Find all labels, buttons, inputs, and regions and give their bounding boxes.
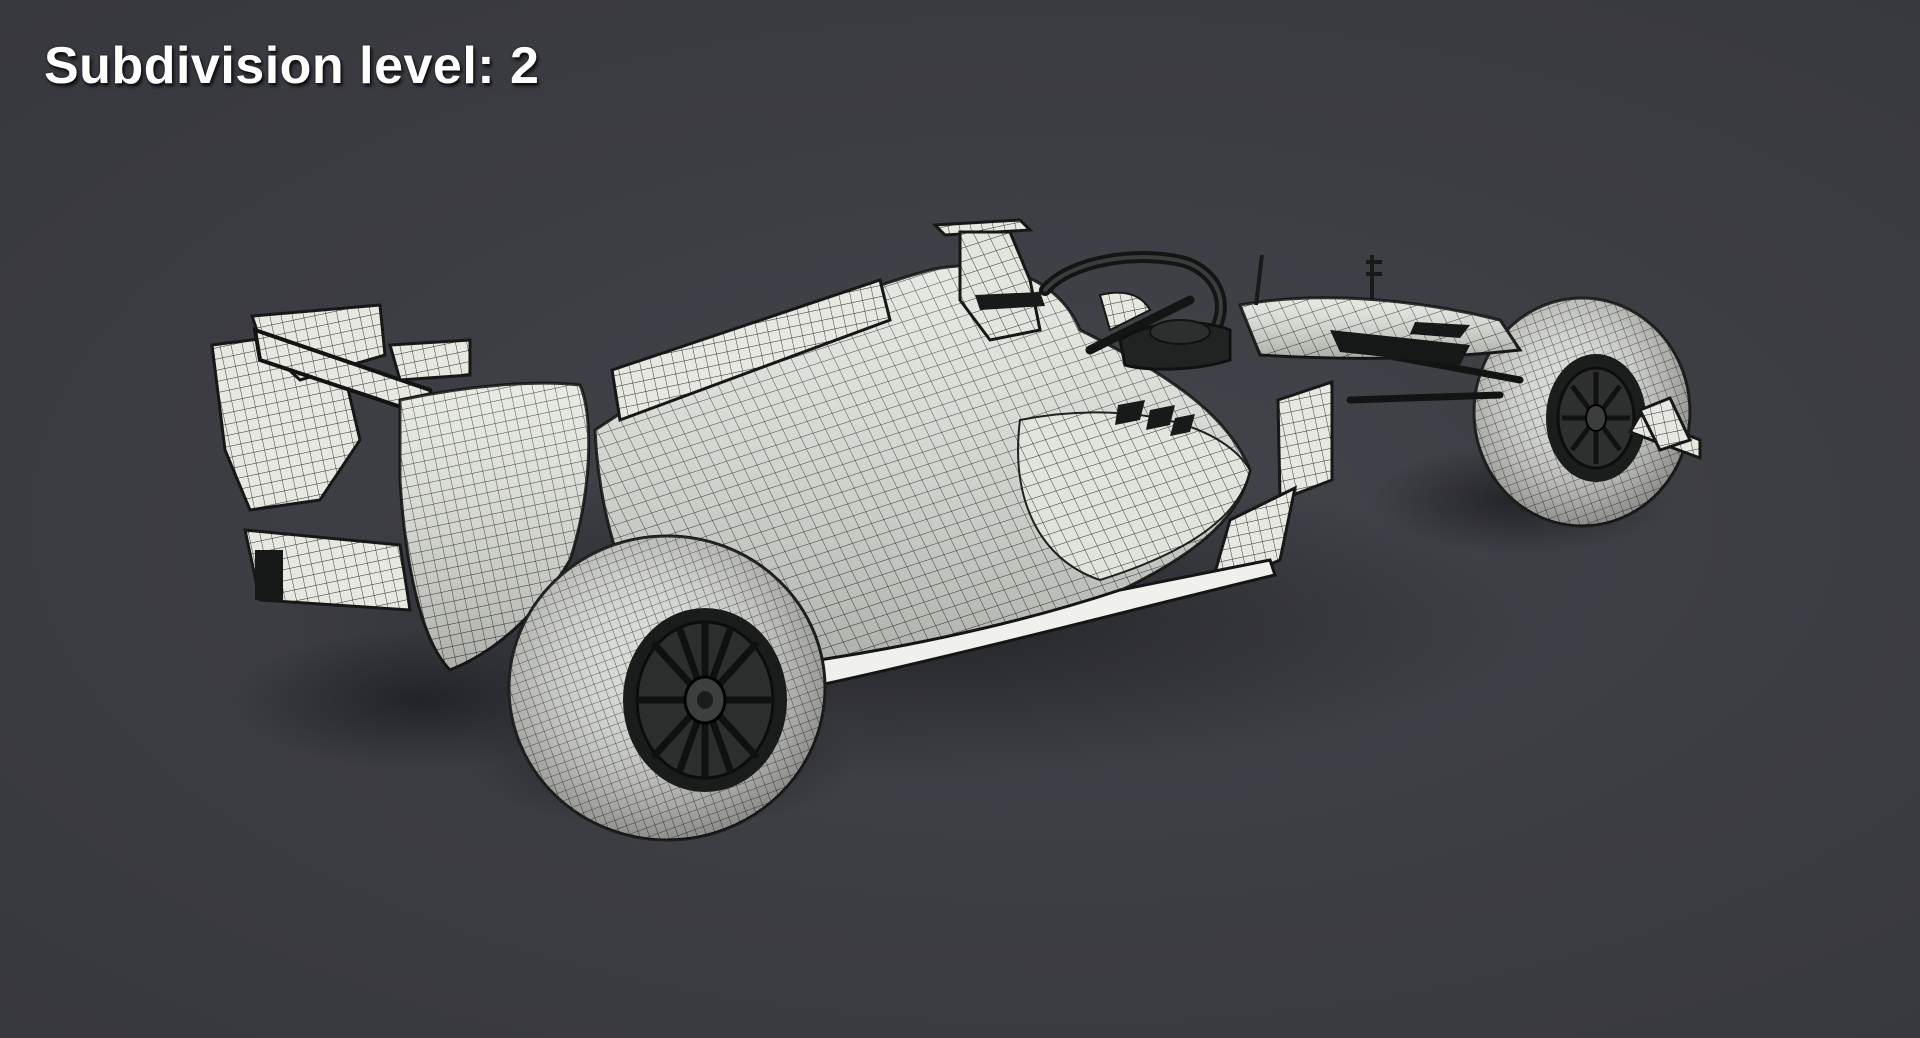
render-viewport[interactable]: Subdivision level: 2 <box>0 0 1920 1038</box>
f1-car-wireframe-render <box>210 218 1702 842</box>
rear-left-wheel <box>507 534 827 842</box>
subdivision-level-label: Subdivision level: 2 <box>44 37 540 95</box>
nose-cone <box>1237 296 1523 365</box>
